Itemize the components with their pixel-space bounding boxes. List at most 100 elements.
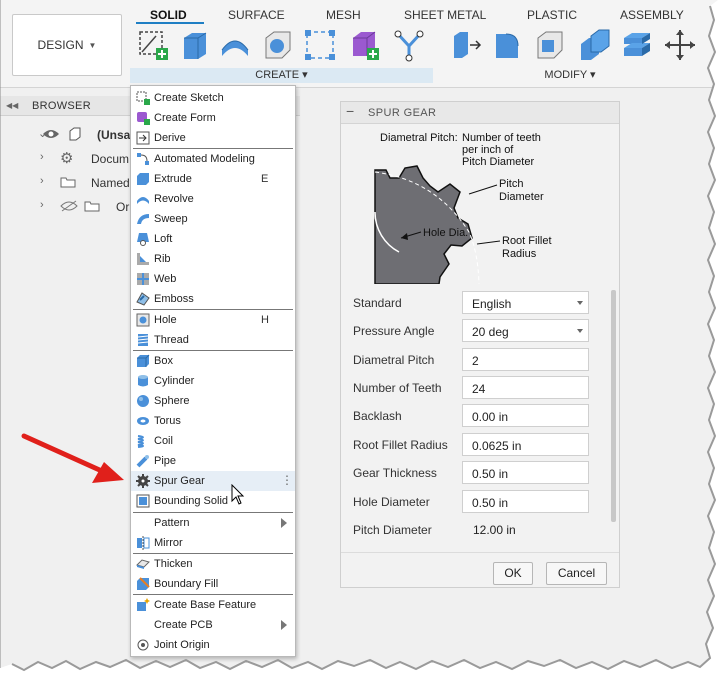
menu-item-torus[interactable]: Torus xyxy=(131,411,295,431)
cancel-button[interactable]: Cancel xyxy=(546,562,607,585)
combine-icon[interactable] xyxy=(620,28,654,62)
dialog-scrollbar[interactable] xyxy=(611,290,616,522)
hole-diameter-input[interactable]: 0.50 in xyxy=(462,490,589,513)
hidden-eye-icon[interactable] xyxy=(60,200,78,212)
menu-item-pattern[interactable]: Pattern xyxy=(131,513,295,533)
chevron-right-icon[interactable]: › xyxy=(40,175,44,187)
menu-item-label: Bounding Solid xyxy=(154,495,229,507)
shell-icon[interactable] xyxy=(577,28,611,62)
menu-item-create-sketch[interactable]: Create Sketch xyxy=(131,88,295,108)
menu-item-thicken[interactable]: Thicken xyxy=(131,554,295,574)
menu-item-coil[interactable]: Coil xyxy=(131,431,295,451)
ribbon-tabs: SOLID SURFACE MESH SHEET METAL PLASTIC A… xyxy=(130,4,718,24)
revolve-icon[interactable] xyxy=(218,28,252,62)
create-form-icon[interactable] xyxy=(347,28,381,62)
root-fillet-radius-input[interactable]: 0.0625 in xyxy=(462,433,589,456)
create-menu-trigger[interactable]: CREATE ▾ xyxy=(130,68,433,83)
tab-surface[interactable]: SURFACE xyxy=(228,8,285,22)
menu-item-create-pcb[interactable]: Create PCB xyxy=(131,615,295,635)
tab-assembly[interactable]: ASSEMBLY xyxy=(620,8,684,22)
active-tab-indicator xyxy=(136,22,204,24)
browser-row-named-views[interactable]: › Named xyxy=(0,172,140,192)
field-label: Number of Teeth xyxy=(353,381,442,395)
menu-item-pipe[interactable]: Pipe xyxy=(131,451,295,471)
caret-down-icon: ▼ xyxy=(88,40,97,50)
browser-row-origin[interactable]: › Or xyxy=(0,196,140,216)
ok-button[interactable]: OK xyxy=(493,562,533,585)
gear-icon: ⚙ xyxy=(60,150,74,167)
boundary-fill-icon xyxy=(137,577,150,590)
menu-item-label: Automated Modeling xyxy=(154,153,255,165)
revolve-icon xyxy=(137,197,149,204)
tab-solid[interactable]: SOLID xyxy=(150,8,187,22)
menu-item-cylinder[interactable]: Cylinder xyxy=(131,371,295,391)
menu-item-label: Create PCB xyxy=(154,619,213,631)
field-gear-thickness: Gear Thickness 0.50 in xyxy=(341,459,611,485)
pipe-icon xyxy=(136,455,149,468)
menu-item-extrude[interactable]: Extrude E xyxy=(131,169,295,189)
gear-shape xyxy=(374,165,473,284)
menu-item-boundary-fill[interactable]: Boundary Fill xyxy=(131,574,295,594)
menu-item-label: Thicken xyxy=(154,558,193,570)
submenu-arrow-icon xyxy=(281,518,287,528)
shortcut-key: H xyxy=(261,314,269,326)
menu-item-box[interactable]: Box xyxy=(131,351,295,371)
chamfer-icon[interactable] xyxy=(532,28,566,62)
menu-item-rib[interactable]: Rib xyxy=(131,249,295,269)
press-pull-icon[interactable] xyxy=(448,28,482,62)
tab-mesh[interactable]: MESH xyxy=(326,8,361,22)
menu-item-mirror[interactable]: Mirror xyxy=(131,533,295,553)
field-label: Gear Thickness xyxy=(353,466,437,480)
browser-row-document-settings[interactable]: › ⚙ Docum xyxy=(0,148,140,168)
menu-item-loft[interactable]: Loft xyxy=(131,229,295,249)
number-of-teeth-input[interactable]: 24 xyxy=(462,376,589,399)
menu-item-sweep[interactable]: Sweep xyxy=(131,209,295,229)
folder-icon xyxy=(84,201,100,212)
browser-row-label: Named xyxy=(91,176,130,190)
standard-select[interactable]: English xyxy=(462,291,589,314)
menu-item-web[interactable]: Web xyxy=(131,269,295,289)
field-label: Pitch Diameter xyxy=(353,523,432,537)
diametral-pitch-input[interactable]: 2 xyxy=(462,348,589,371)
move-copy-icon[interactable] xyxy=(663,28,697,62)
chevron-right-icon[interactable]: › xyxy=(40,151,44,163)
pattern-icon[interactable] xyxy=(303,28,337,62)
workspace-design-button[interactable]: DESIGN ▼ xyxy=(12,14,122,76)
menu-item-revolve[interactable]: Revolve xyxy=(131,189,295,209)
field-number-of-teeth: Number of Teeth 24 xyxy=(341,374,611,400)
menu-item-hole[interactable]: Hole H xyxy=(131,310,295,330)
tab-sheet-metal[interactable]: SHEET METAL xyxy=(404,8,486,22)
menu-item-joint-origin[interactable]: Joint Origin xyxy=(131,635,295,655)
eye-icon[interactable] xyxy=(42,128,60,140)
more-options-icon[interactable]: ⋮ xyxy=(281,473,293,487)
menu-item-sphere[interactable]: Sphere xyxy=(131,391,295,411)
menu-item-spur-gear[interactable]: Spur Gear ⋮ xyxy=(131,471,295,491)
menu-item-emboss[interactable]: Emboss xyxy=(131,289,295,309)
backlash-input[interactable]: 0.00 in xyxy=(462,404,589,427)
collapse-minus-icon[interactable]: − xyxy=(346,103,354,119)
menu-item-create-base-feature[interactable]: Create Base Feature xyxy=(131,595,295,615)
menu-item-create-form[interactable]: Create Form xyxy=(131,108,295,128)
tab-plastic[interactable]: PLASTIC xyxy=(527,8,577,22)
sphere-icon xyxy=(137,395,149,407)
submenu-arrow-icon xyxy=(281,620,287,630)
gear-thickness-input[interactable]: 0.50 in xyxy=(462,461,589,484)
chevron-right-icon[interactable]: › xyxy=(40,199,44,211)
menu-item-bounding-solid[interactable]: Bounding Solid xyxy=(131,491,295,511)
fillet-icon[interactable] xyxy=(490,28,524,62)
diagram-text-diametral-pitch: Diametral Pitch: xyxy=(380,132,458,144)
menu-item-derive[interactable]: Derive xyxy=(131,128,295,148)
browser-row-document[interactable]: ⌄ (Unsa xyxy=(0,124,140,144)
menu-item-thread[interactable]: Thread xyxy=(131,330,295,350)
create-sketch-icon[interactable] xyxy=(136,28,170,62)
diagram-text-pitch: Pitch xyxy=(499,178,523,190)
menu-item-automated-modeling[interactable]: Automated Modeling xyxy=(131,149,295,169)
extrude-icon[interactable] xyxy=(176,28,210,62)
hole-feature-icon[interactable] xyxy=(260,28,294,62)
menu-item-label: Hole xyxy=(154,314,177,326)
menu-item-label: Boundary Fill xyxy=(154,578,219,590)
joint-tool-icon[interactable] xyxy=(392,28,426,62)
pressure-angle-select[interactable]: 20 deg xyxy=(462,319,589,342)
collapse-icon[interactable]: ◀◀ xyxy=(6,101,18,110)
modify-menu-trigger[interactable]: MODIFY ▾ xyxy=(520,68,620,83)
